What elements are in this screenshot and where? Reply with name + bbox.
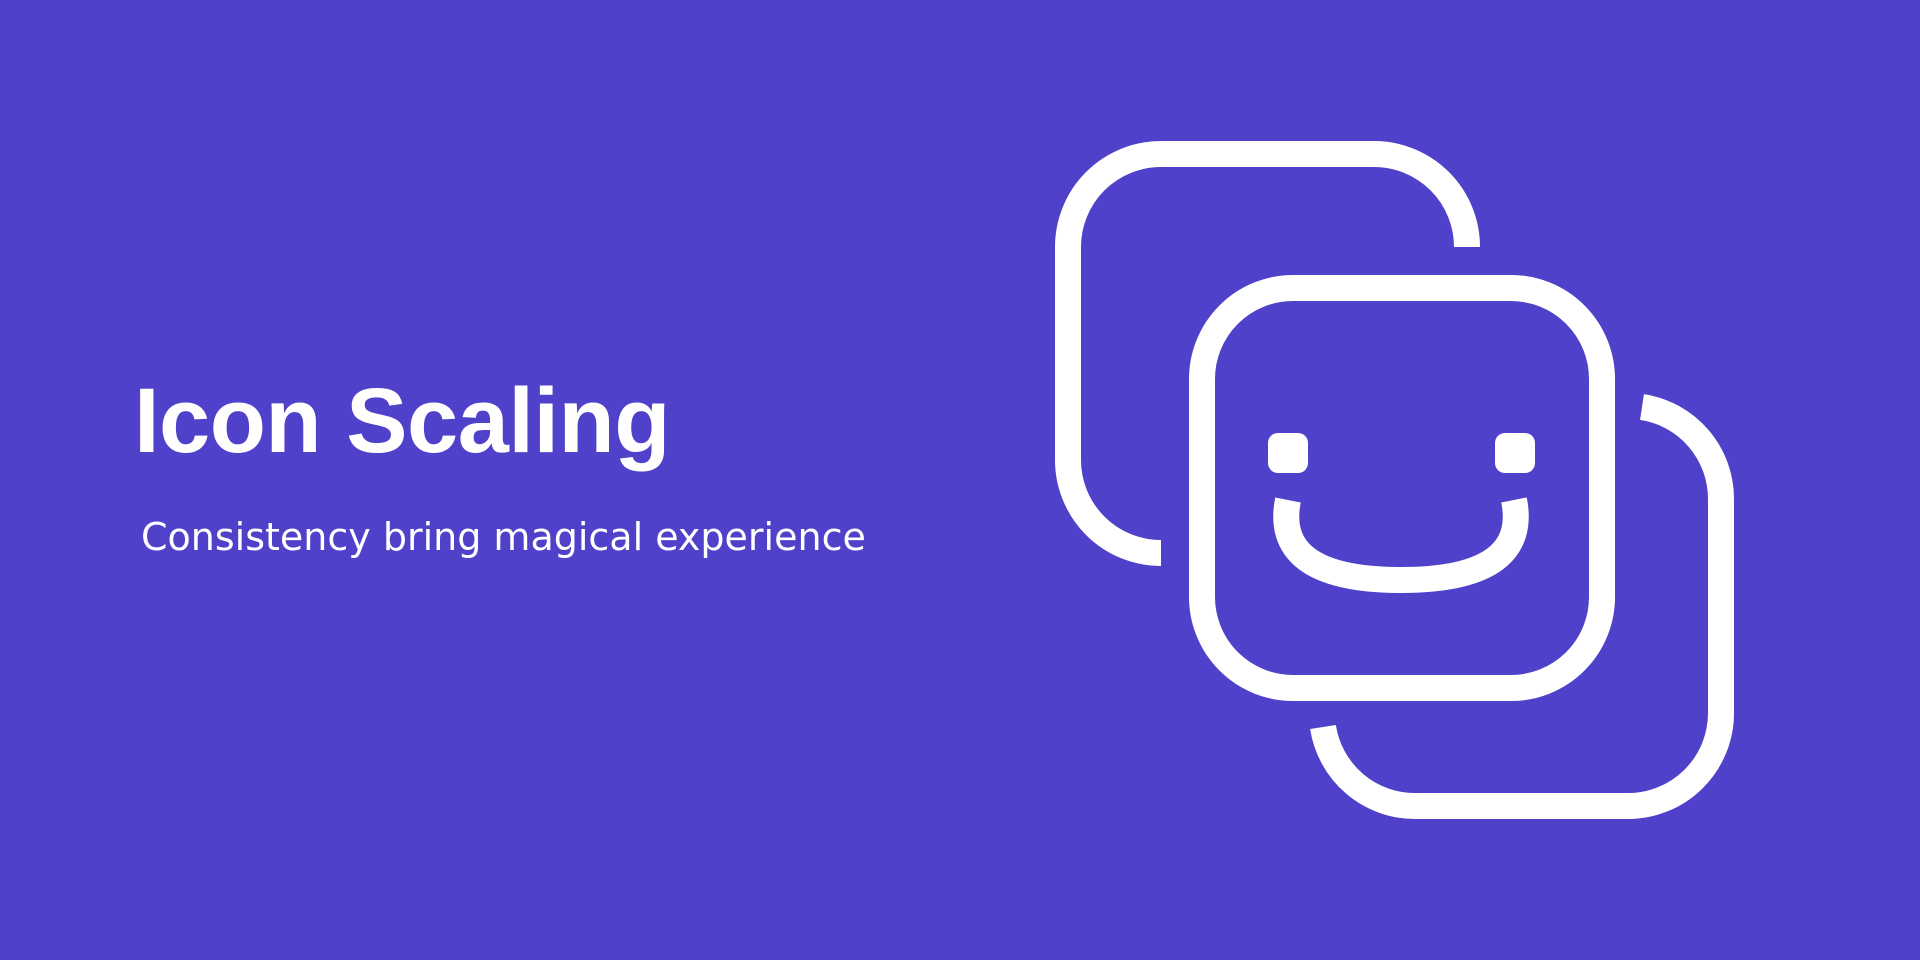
stacked-squares-smile-icon xyxy=(1055,141,1734,819)
back-square-icon-part xyxy=(1055,141,1480,566)
smile-mouth-icon-part xyxy=(1273,497,1529,594)
page-subtitle: Consistency bring magical experience xyxy=(141,515,866,559)
middle-square-icon-part xyxy=(1189,275,1615,701)
left-eye-icon-part xyxy=(1268,433,1308,473)
right-eye-icon-part xyxy=(1495,433,1535,473)
page-title: Icon Scaling xyxy=(134,370,670,472)
